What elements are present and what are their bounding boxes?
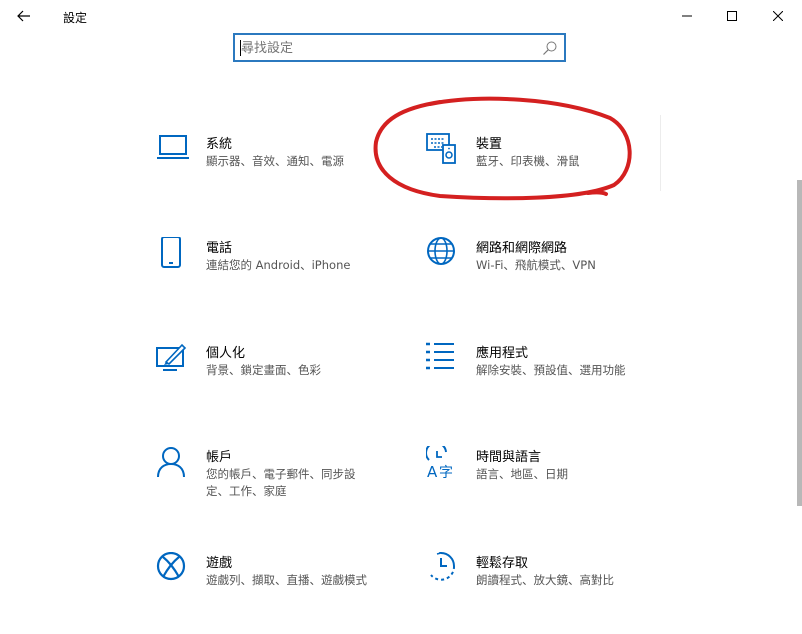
apps-list-icon (426, 342, 454, 370)
category-system[interactable]: 系統 顯示器、音效、通知、電源 (156, 133, 386, 203)
minimize-button[interactable] (664, 0, 710, 32)
category-description: 解除安裝、預設值、選用功能 (476, 363, 626, 377)
category-title: 帳戶 (206, 450, 233, 465)
category-gaming[interactable]: 遊戲 遊戲列、擷取、直播、遊戲模式 (156, 552, 386, 622)
scrollbar-thumb[interactable] (797, 180, 802, 506)
globe-icon (427, 237, 455, 265)
category-description: 連結您的 Android、iPhone (206, 258, 351, 272)
category-title: 系統 (206, 137, 233, 152)
category-description: 您的帳戶、電子郵件、同步設定、工作、家庭 (206, 467, 356, 498)
annotation-circle (373, 96, 632, 201)
category-title: 網路和網際網路 (476, 241, 568, 256)
category-description: 遊戲列、擷取、直播、遊戲模式 (206, 573, 367, 587)
category-devices[interactable]: 裝置 藍牙、印表機、滑鼠 (426, 133, 656, 203)
time-language-icon: A 字 (426, 446, 453, 480)
category-ease-of-access[interactable]: 輕鬆存取 朗讀程式、放大鏡、高對比 (426, 552, 656, 622)
category-title: 裝置 (476, 137, 503, 152)
category-description: 朗讀程式、放大鏡、高對比 (476, 573, 614, 587)
search-input[interactable] (241, 39, 531, 57)
category-title: 電話 (206, 241, 233, 256)
phone-icon (161, 237, 181, 268)
back-button[interactable] (10, 4, 38, 28)
svg-text:A: A (427, 463, 438, 480)
close-button[interactable] (755, 0, 801, 32)
minimize-icon (682, 15, 692, 17)
search-box[interactable] (233, 33, 566, 62)
search-icon[interactable] (542, 40, 558, 56)
personalization-icon (156, 343, 187, 371)
person-icon (157, 447, 185, 478)
category-phone[interactable]: 電話 連結您的 Android、iPhone (156, 237, 386, 307)
devices-icon (426, 133, 456, 164)
title-bar: 設定 (0, 0, 802, 32)
category-description: 背景、鎖定畫面、色彩 (206, 363, 321, 377)
close-icon (773, 11, 783, 21)
category-description: 語言、地區、日期 (476, 467, 568, 481)
category-accounts[interactable]: 帳戶 您的帳戶、電子郵件、同步設定、工作、家庭 (156, 446, 386, 516)
category-apps[interactable]: 應用程式 解除安裝、預設值、選用功能 (426, 342, 656, 412)
category-description: 藍牙、印表機、滑鼠 (476, 154, 580, 168)
category-description: Wi-Fi、飛航模式、VPN (476, 258, 596, 272)
category-description: 顯示器、音效、通知、電源 (206, 154, 344, 168)
category-title: 遊戲 (206, 556, 233, 571)
category-title: 輕鬆存取 (476, 556, 529, 571)
xbox-icon (156, 552, 186, 581)
category-title: 個人化 (206, 346, 246, 361)
category-time-language[interactable]: A 字 時間與語言 語言、地區、日期 (426, 446, 656, 516)
back-arrow-icon (17, 10, 30, 22)
maximize-button[interactable] (709, 0, 755, 32)
category-network[interactable]: 網路和網際網路 Wi-Fi、飛航模式、VPN (426, 237, 656, 307)
scrollbar-track (660, 115, 661, 191)
category-title: 應用程式 (476, 346, 529, 361)
window-title: 設定 (63, 11, 88, 25)
svg-text:字: 字 (439, 465, 453, 480)
ease-of-access-icon (430, 552, 456, 581)
laptop-icon (157, 135, 189, 159)
category-personalization[interactable]: 個人化 背景、鎖定畫面、色彩 (156, 342, 386, 412)
category-title: 時間與語言 (476, 450, 542, 465)
maximize-icon (727, 11, 737, 21)
